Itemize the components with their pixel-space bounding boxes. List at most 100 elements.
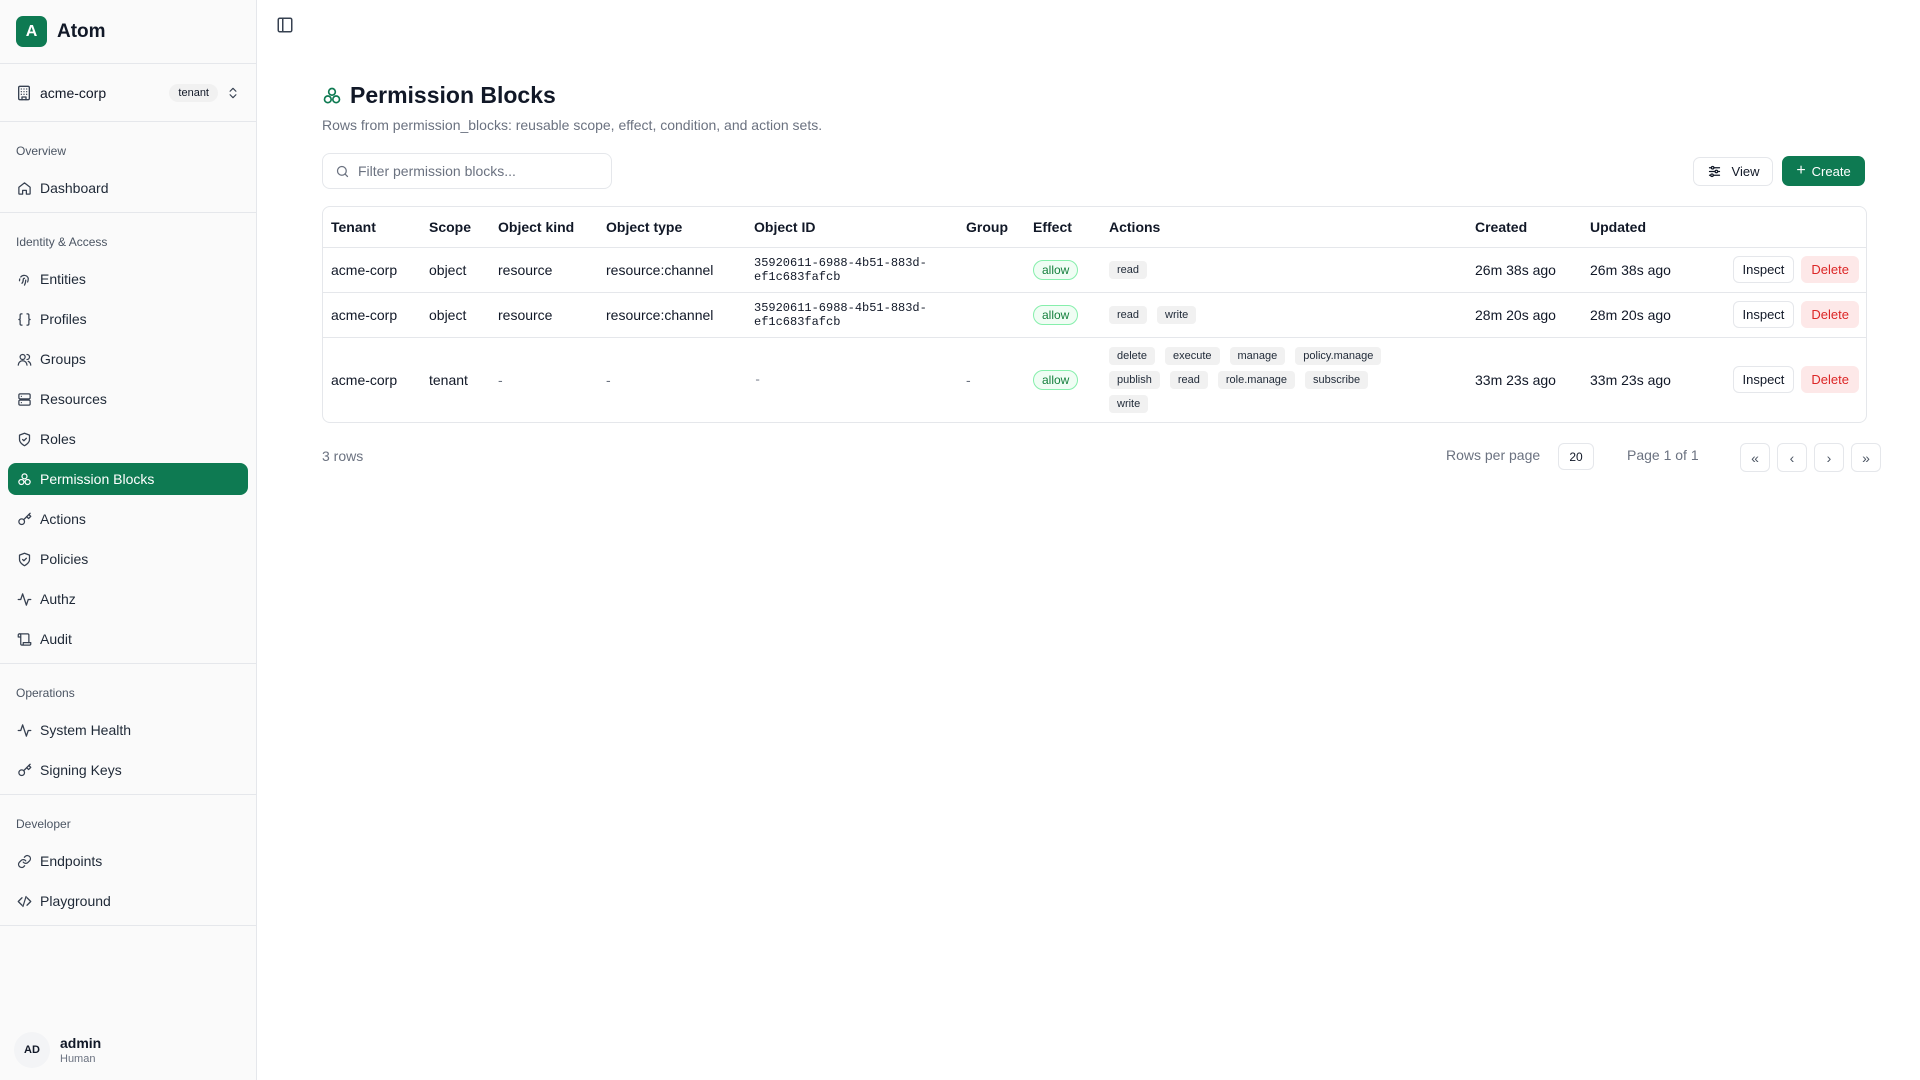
sidebar-item-label: Authz (40, 591, 76, 607)
action-chip: read (1109, 260, 1148, 279)
delete-button[interactable]: Delete (1801, 366, 1859, 394)
prev-page-button[interactable]: ‹ (1777, 443, 1807, 472)
column-header[interactable]: Actions (1101, 207, 1467, 248)
inspect-button[interactable]: Inspect (1732, 256, 1795, 283)
column-header[interactable]: Object ID (746, 207, 958, 248)
effect-badge: allow (1033, 304, 1079, 325)
cell-effect: allow (1025, 292, 1101, 338)
inspect-button[interactable]: Inspect (1732, 301, 1795, 328)
shield-icon (18, 552, 31, 566)
cell-group (958, 247, 1025, 293)
column-header[interactable]: Scope (421, 207, 490, 248)
create-label: Create (1811, 163, 1851, 179)
sidebar-section-title: Operations (16, 686, 75, 700)
key-icon (18, 512, 32, 525)
column-header[interactable]: Created (1467, 207, 1582, 248)
column-header-actions (1725, 207, 1866, 248)
cell-effect: allow (1025, 247, 1101, 293)
first-page-button[interactable]: « (1740, 443, 1770, 472)
pagination: « ‹ › » (1740, 443, 1881, 472)
sidebar-item-authz[interactable]: Authz (8, 583, 248, 615)
users-icon (17, 353, 32, 366)
sidebar-item-label: System Health (40, 722, 132, 738)
sidebar-item-permission-blocks[interactable]: Permission Blocks (8, 463, 248, 495)
sidebar-item-groups[interactable]: Groups (8, 343, 248, 375)
cell-updated: 33m 23s ago (1590, 371, 1671, 388)
sidebar-item-label: Signing Keys (40, 762, 122, 778)
chevrons-up-down-icon (229, 87, 237, 98)
sidebar-item-endpoints[interactable]: Endpoints (8, 845, 248, 877)
table-row[interactable]: acme-corp tenant - - - - allow delete execute man… (323, 337, 1866, 422)
sidebar-item-resources[interactable]: Resources (8, 383, 248, 415)
column-header[interactable]: Effect (1025, 207, 1101, 248)
cell-object-type: resource:channel (598, 292, 746, 338)
cell-object-type: - (606, 371, 611, 388)
sidebar-item-system-health[interactable]: System Health (8, 714, 248, 746)
cell-object-type: resource:channel (598, 247, 746, 293)
view-label: View (1731, 164, 1760, 179)
next-page-button[interactable]: › (1814, 443, 1844, 472)
sidebar-item-policies[interactable]: Policies (8, 543, 248, 575)
search-input[interactable] (358, 163, 598, 179)
cell-group (958, 292, 1025, 338)
sidebar-item-roles[interactable]: Roles (8, 423, 248, 455)
sidebar-item-label: Roles (40, 431, 76, 447)
cell-scope: object (421, 292, 490, 338)
cell-row-actions: Inspect Delete (1725, 247, 1866, 293)
column-header[interactable]: Updated (1582, 207, 1725, 248)
column-header[interactable]: Object kind (490, 207, 598, 248)
sidebar-item-playground[interactable]: Playground (8, 885, 248, 917)
fingerprint-icon (18, 274, 29, 286)
cell-row-actions: Inspect Delete (1725, 337, 1866, 422)
sidebar-item-label: Actions (40, 511, 86, 527)
column-header[interactable]: Object type (598, 207, 746, 248)
delete-button[interactable]: Delete (1801, 256, 1859, 283)
tenant-switcher[interactable]: acme-corp tenant (0, 64, 256, 122)
table-row[interactable]: acme-corp object resource resource:channel 3… (323, 247, 1866, 293)
chevrons-left-icon: « (1751, 449, 1759, 466)
view-button[interactable]: View (1693, 157, 1773, 186)
sidebar-item-label: Permission Blocks (40, 471, 155, 487)
inspect-button[interactable]: Inspect (1732, 366, 1795, 394)
chevron-right-icon: › (1826, 449, 1832, 466)
cell-actions: read (1101, 247, 1467, 293)
page-header: Permission Blocks (322, 82, 556, 109)
sidebar-item-label: Policies (40, 551, 89, 567)
cell-created: 26m 38s ago (1467, 247, 1582, 293)
sidebar-toggle-icon[interactable] (276, 16, 294, 34)
sidebar-item-actions[interactable]: Actions (8, 503, 248, 535)
permission-blocks-table: Tenant Scope Object kind Object type Obj… (322, 206, 1867, 423)
create-button[interactable]: + Create (1782, 156, 1865, 186)
action-chip: delete (1109, 346, 1155, 365)
sliders-icon (1708, 165, 1720, 178)
delete-button[interactable]: Delete (1801, 301, 1859, 328)
user-menu[interactable]: AD admin Human (14, 1032, 101, 1068)
sidebar-section-title: Overview (16, 144, 67, 158)
sidebar-section-overview: Overview Dashboard (0, 122, 256, 213)
column-header[interactable]: Tenant (323, 207, 421, 248)
last-page-button[interactable]: » (1851, 443, 1881, 472)
sidebar-item-dashboard[interactable]: Dashboard (8, 172, 248, 204)
cell-effect: allow (1025, 337, 1101, 422)
cell-actions: delete execute manage policy.manage publish r… (1101, 337, 1467, 422)
key-icon (18, 763, 32, 776)
sidebar: A Atom acme-corp tenant Overview Dashboar… (0, 0, 257, 1080)
column-header[interactable]: Group (958, 207, 1025, 248)
sidebar-item-label: Profiles (40, 311, 87, 327)
activity-icon (17, 592, 32, 606)
cell-tenant: acme-corp (323, 292, 421, 338)
table-header-row: Tenant Scope Object kind Object type Obj… (323, 207, 1866, 248)
sidebar-item-audit[interactable]: Audit (8, 623, 248, 655)
table-row[interactable]: acme-corp object resource resource:channel 3… (323, 292, 1866, 338)
rows-per-page-select[interactable]: 20 (1558, 443, 1594, 470)
cell-updated: 28m 20s ago (1582, 292, 1725, 338)
brand[interactable]: A Atom (0, 0, 256, 64)
action-chip: read (1169, 370, 1208, 389)
sidebar-item-signing-keys[interactable]: Signing Keys (8, 754, 248, 786)
page-title: Permission Blocks (350, 82, 556, 108)
sidebar-item-profiles[interactable]: Profiles (8, 303, 248, 335)
sidebar-nav: Overview Dashboard Identity & Access Entiti… (0, 122, 256, 926)
sidebar-item-entities[interactable]: Entities (8, 263, 248, 295)
search-box[interactable] (322, 153, 612, 189)
sidebar-item-label: Resources (40, 391, 107, 407)
